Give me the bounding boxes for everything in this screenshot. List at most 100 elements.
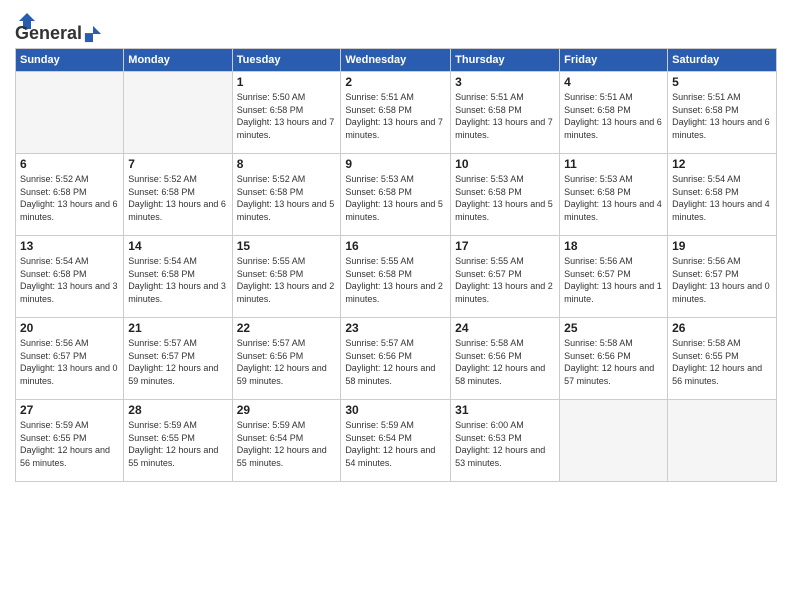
calendar-cell: 17 Sunrise: 5:55 AMSunset: 6:57 PMDayligh… [451, 236, 560, 318]
calendar-cell: 10 Sunrise: 5:53 AMSunset: 6:58 PMDayligh… [451, 154, 560, 236]
day-number: 13 [20, 239, 119, 253]
column-header-monday: Monday [124, 49, 232, 72]
day-info: Sunrise: 5:55 AMSunset: 6:57 PMDaylight:… [455, 255, 555, 305]
column-header-saturday: Saturday [668, 49, 777, 72]
day-number: 9 [345, 157, 446, 171]
calendar-week-row: 1Sunrise: 5:50 AMSunset: 6:58 PMDaylight… [16, 72, 777, 154]
day-number: 25 [564, 321, 663, 335]
day-number: 5 [672, 75, 772, 89]
day-info: Sunrise: 5:58 AMSunset: 6:56 PMDaylight:… [564, 337, 663, 387]
calendar-cell: 13 Sunrise: 5:54 AMSunset: 6:58 PMDayligh… [16, 236, 124, 318]
day-info: Sunrise: 5:52 AMSunset: 6:58 PMDaylight:… [237, 173, 337, 223]
logo: General [15, 10, 104, 40]
day-info: Sunrise: 5:52 AMSunset: 6:58 PMDaylight:… [128, 173, 227, 223]
calendar-cell: 2 Sunrise: 5:51 AMSunset: 6:58 PMDaylight… [341, 72, 451, 154]
column-header-wednesday: Wednesday [341, 49, 451, 72]
day-info: Sunrise: 5:55 AMSunset: 6:58 PMDaylight:… [237, 255, 337, 305]
day-info: Sunrise: 5:58 AMSunset: 6:56 PMDaylight:… [455, 337, 555, 387]
day-number: 19 [672, 239, 772, 253]
day-info: Sunrise: 5:51 AMSunset: 6:58 PMDaylight:… [455, 91, 555, 141]
calendar-cell: 20 Sunrise: 5:56 AMSunset: 6:57 PMDayligh… [16, 318, 124, 400]
calendar-cell: 23Sunrise: 5:57 AMSunset: 6:56 PMDayligh… [341, 318, 451, 400]
day-number: 12 [672, 157, 772, 171]
day-number: 2 [345, 75, 446, 89]
day-number: 15 [237, 239, 337, 253]
day-info: Sunrise: 5:58 AMSunset: 6:55 PMDaylight:… [672, 337, 772, 387]
day-number: 4 [564, 75, 663, 89]
column-header-sunday: Sunday [16, 49, 124, 72]
calendar-cell: 25 Sunrise: 5:58 AMSunset: 6:56 PMDayligh… [560, 318, 668, 400]
calendar-cell: 21 Sunrise: 5:57 AMSunset: 6:57 PMDayligh… [124, 318, 232, 400]
day-number: 28 [128, 403, 227, 417]
day-info: Sunrise: 5:50 AMSunset: 6:58 PMDaylight:… [237, 91, 337, 141]
day-info: Sunrise: 5:53 AMSunset: 6:58 PMDaylight:… [455, 173, 555, 223]
calendar-cell: 28 Sunrise: 5:59 AMSunset: 6:55 PMDayligh… [124, 400, 232, 482]
day-number: 17 [455, 239, 555, 253]
day-number: 6 [20, 157, 119, 171]
calendar-cell: 15 Sunrise: 5:55 AMSunset: 6:58 PMDayligh… [232, 236, 341, 318]
day-info: Sunrise: 5:54 AMSunset: 6:58 PMDaylight:… [672, 173, 772, 223]
day-info: Sunrise: 5:55 AMSunset: 6:58 PMDaylight:… [345, 255, 446, 305]
day-info: Sunrise: 5:57 AMSunset: 6:56 PMDaylight:… [237, 337, 337, 387]
day-number: 26 [672, 321, 772, 335]
day-info: Sunrise: 5:59 AMSunset: 6:55 PMDaylight:… [20, 419, 119, 469]
calendar-cell: 9Sunrise: 5:53 AMSunset: 6:58 PMDaylight… [341, 154, 451, 236]
day-number: 16 [345, 239, 446, 253]
day-info: Sunrise: 5:54 AMSunset: 6:58 PMDaylight:… [20, 255, 119, 305]
day-info: Sunrise: 5:54 AMSunset: 6:58 PMDaylight:… [128, 255, 227, 305]
calendar-cell: 27 Sunrise: 5:59 AMSunset: 6:55 PMDayligh… [16, 400, 124, 482]
calendar-cell [124, 72, 232, 154]
calendar-cell: 3Sunrise: 5:51 AMSunset: 6:58 PMDaylight… [451, 72, 560, 154]
day-info: Sunrise: 5:53 AMSunset: 6:58 PMDaylight:… [564, 173, 663, 223]
day-info: Sunrise: 5:56 AMSunset: 6:57 PMDaylight:… [20, 337, 119, 387]
column-header-friday: Friday [560, 49, 668, 72]
day-info: Sunrise: 5:59 AMSunset: 6:54 PMDaylight:… [237, 419, 337, 469]
calendar-cell: 11 Sunrise: 5:53 AMSunset: 6:58 PMDayligh… [560, 154, 668, 236]
page-container: General SundayMondayTuesdayWednesdayThur… [0, 0, 792, 612]
logo-general-line2: General [15, 23, 82, 44]
day-info: Sunrise: 6:00 AMSunset: 6:53 PMDaylight:… [455, 419, 555, 469]
calendar-week-row: 27 Sunrise: 5:59 AMSunset: 6:55 PMDayligh… [16, 400, 777, 482]
calendar-cell: 4 Sunrise: 5:51 AMSunset: 6:58 PMDaylight… [560, 72, 668, 154]
calendar-cell: 30Sunrise: 5:59 AMSunset: 6:54 PMDayligh… [341, 400, 451, 482]
calendar-cell: 18 Sunrise: 5:56 AMSunset: 6:57 PMDayligh… [560, 236, 668, 318]
calendar-cell [560, 400, 668, 482]
day-info: Sunrise: 5:51 AMSunset: 6:58 PMDaylight:… [672, 91, 772, 141]
calendar-cell: 5 Sunrise: 5:51 AMSunset: 6:58 PMDaylight… [668, 72, 777, 154]
day-number: 14 [128, 239, 227, 253]
calendar-cell: 1Sunrise: 5:50 AMSunset: 6:58 PMDaylight… [232, 72, 341, 154]
day-number: 21 [128, 321, 227, 335]
column-header-thursday: Thursday [451, 49, 560, 72]
day-number: 11 [564, 157, 663, 171]
calendar-cell: 12 Sunrise: 5:54 AMSunset: 6:58 PMDayligh… [668, 154, 777, 236]
calendar-header-row: SundayMondayTuesdayWednesdayThursdayFrid… [16, 49, 777, 72]
day-number: 10 [455, 157, 555, 171]
column-header-tuesday: Tuesday [232, 49, 341, 72]
calendar-week-row: 13 Sunrise: 5:54 AMSunset: 6:58 PMDayligh… [16, 236, 777, 318]
day-number: 7 [128, 157, 227, 171]
day-number: 24 [455, 321, 555, 335]
day-number: 27 [20, 403, 119, 417]
day-info: Sunrise: 5:57 AMSunset: 6:57 PMDaylight:… [128, 337, 227, 387]
calendar-cell [16, 72, 124, 154]
calendar-cell: 24 Sunrise: 5:58 AMSunset: 6:56 PMDayligh… [451, 318, 560, 400]
calendar-cell: 8 Sunrise: 5:52 AMSunset: 6:58 PMDaylight… [232, 154, 341, 236]
day-info: Sunrise: 5:56 AMSunset: 6:57 PMDaylight:… [672, 255, 772, 305]
logo-flag-icon [84, 25, 102, 43]
day-number: 23 [345, 321, 446, 335]
day-number: 29 [237, 403, 337, 417]
day-number: 8 [237, 157, 337, 171]
day-info: Sunrise: 5:59 AMSunset: 6:55 PMDaylight:… [128, 419, 227, 469]
day-number: 20 [20, 321, 119, 335]
calendar-cell: 31Sunrise: 6:00 AMSunset: 6:53 PMDayligh… [451, 400, 560, 482]
calendar-week-row: 20 Sunrise: 5:56 AMSunset: 6:57 PMDayligh… [16, 318, 777, 400]
day-number: 22 [237, 321, 337, 335]
calendar-cell: 16 Sunrise: 5:55 AMSunset: 6:58 PMDayligh… [341, 236, 451, 318]
day-info: Sunrise: 5:51 AMSunset: 6:58 PMDaylight:… [345, 91, 446, 141]
day-info: Sunrise: 5:56 AMSunset: 6:57 PMDaylight:… [564, 255, 663, 305]
day-info: Sunrise: 5:51 AMSunset: 6:58 PMDaylight:… [564, 91, 663, 141]
day-info: Sunrise: 5:59 AMSunset: 6:54 PMDaylight:… [345, 419, 446, 469]
day-number: 18 [564, 239, 663, 253]
day-info: Sunrise: 5:52 AMSunset: 6:58 PMDaylight:… [20, 173, 119, 223]
calendar-cell: 22 Sunrise: 5:57 AMSunset: 6:56 PMDayligh… [232, 318, 341, 400]
